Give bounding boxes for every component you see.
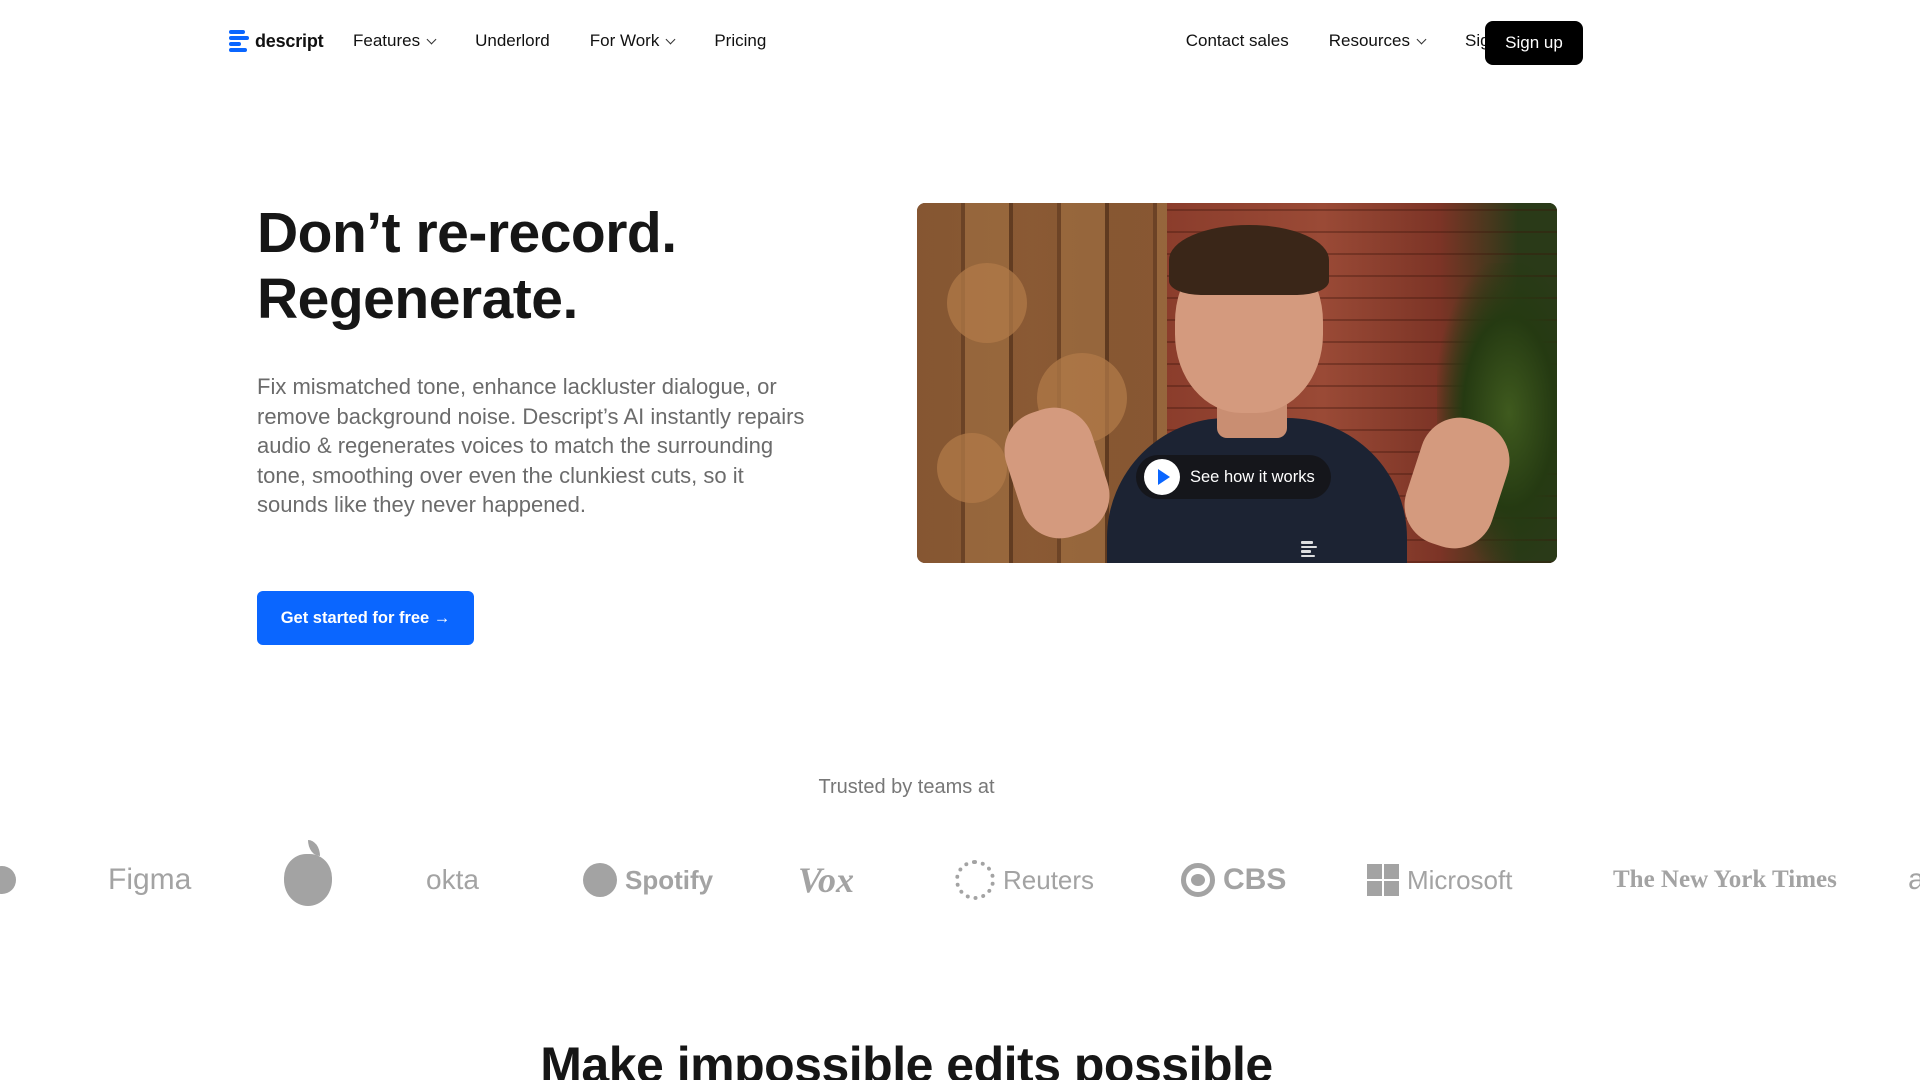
- reuters-logo: Reuters: [955, 850, 1094, 910]
- headline-line-1: Don’t re-record.: [257, 201, 677, 265]
- vox-logo: Vox: [798, 860, 855, 900]
- cbs-eye-icon: [1181, 863, 1215, 897]
- nav-item-label: Features: [353, 31, 421, 50]
- chevron-down-icon: [1416, 34, 1427, 44]
- nav-item-features[interactable]: Features: [353, 31, 437, 51]
- cbs-wordmark: CBS: [1223, 863, 1287, 896]
- partial-logo-icon: [0, 866, 16, 894]
- nav-item-contact-sales[interactable]: Contact sales: [1186, 31, 1289, 51]
- top-nav: descript Features Underlord For Work Pri…: [0, 0, 1920, 86]
- hero-video[interactable]: See how it works: [917, 203, 1557, 563]
- microsoft-wordmark: Microsoft: [1407, 864, 1513, 895]
- chevron-down-icon: [665, 34, 676, 44]
- descript-logo-icon: [229, 30, 249, 52]
- reuters-icon: [955, 860, 995, 900]
- apple-logo: [284, 840, 332, 910]
- nav-item-underlord[interactable]: Underlord: [475, 31, 550, 51]
- trusted-by-label: Trusted by teams at: [818, 776, 995, 798]
- video-person: [1169, 225, 1329, 295]
- section-title: Make impossible edits possible: [540, 1037, 1273, 1080]
- apple-icon: [284, 840, 332, 906]
- spotify-logo: Spotify: [583, 850, 713, 910]
- nav-left: Features Underlord For Work Pricing: [353, 31, 766, 51]
- customer-logos: Figma okta Spotify Vox Reuters CBS Micro…: [0, 840, 1920, 910]
- microsoft-icon: [1367, 864, 1399, 896]
- play-button-label: See how it works: [1190, 467, 1315, 486]
- logo-partial-left: [0, 850, 16, 910]
- play-icon: [1144, 459, 1180, 495]
- chevron-down-icon: [426, 34, 437, 44]
- reuters-wordmark: Reuters: [1003, 864, 1095, 895]
- descript-watermark-icon: [1301, 541, 1317, 557]
- descript-logo[interactable]: descript: [229, 30, 324, 52]
- hero-subtext: Fix mismatched tone, enhance lackluster …: [257, 374, 805, 518]
- microsoft-logo: Microsoft: [1367, 850, 1512, 910]
- hero-headline: Don’t re-record. Regenerate.: [257, 200, 857, 332]
- nav-item-label: Resources: [1328, 31, 1411, 50]
- nav-item-pricing[interactable]: Pricing: [714, 31, 766, 51]
- nav-right: Contact sales Resources Sign in: [1186, 31, 1517, 51]
- nav-item-label: Pricing: [714, 31, 767, 50]
- get-started-button[interactable]: Get started for free →: [257, 591, 474, 645]
- nav-item-label: For Work: [589, 31, 660, 50]
- video-decor: [947, 263, 1027, 343]
- sign-up-button[interactable]: Sign up: [1485, 21, 1583, 65]
- cbs-logo: CBS: [1181, 850, 1286, 910]
- nav-item-for-work[interactable]: For Work: [589, 31, 676, 51]
- spotify-wordmark: Spotify: [625, 864, 714, 895]
- nav-item-label: Underlord: [475, 31, 550, 50]
- nyt-logo: The New York Times: [1613, 866, 1837, 893]
- video-decor: [937, 433, 1007, 503]
- figma-logo: Figma: [108, 863, 192, 896]
- nav-item-resources[interactable]: Resources: [1328, 31, 1427, 51]
- headline-line-2: Regenerate.: [257, 267, 578, 331]
- okta-logo: okta: [426, 864, 479, 895]
- spotify-icon: [583, 863, 617, 897]
- nav-item-label: Contact sales: [1185, 31, 1289, 50]
- see-how-it-works-button[interactable]: See how it works: [1136, 455, 1331, 499]
- logo-partial-right: a: [1908, 863, 1920, 896]
- logo-text: descript: [255, 30, 324, 51]
